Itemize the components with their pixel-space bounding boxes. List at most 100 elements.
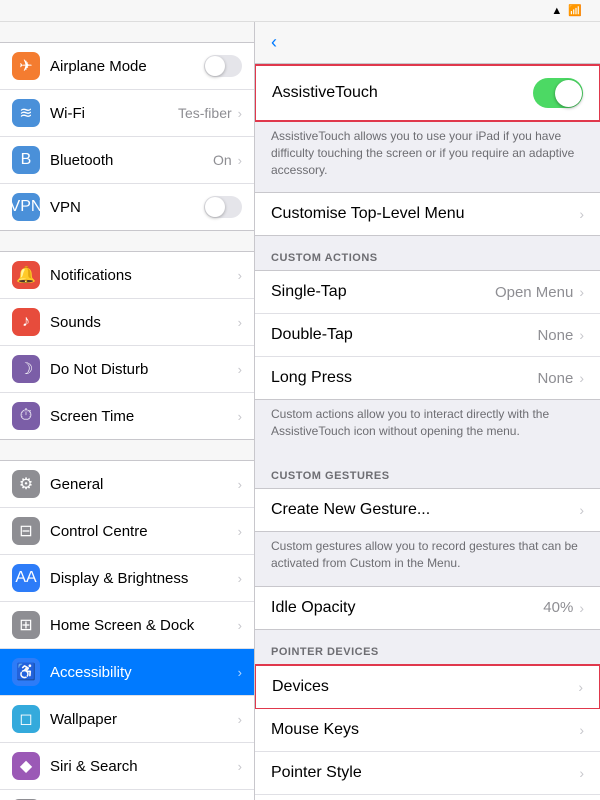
sidebar-item-accessibility[interactable]: ♿Accessibility›	[0, 649, 254, 696]
chevron-long-press: ›	[579, 370, 584, 386]
donotdisturb-icon: ☽	[12, 355, 40, 383]
row-long-press[interactable]: Long PressNone›	[255, 357, 600, 399]
sidebar-title	[0, 22, 254, 42]
chevron-double-tap: ›	[579, 327, 584, 343]
sidebar-item-bluetooth[interactable]: BBluetoothOn›	[0, 137, 254, 184]
sidebar-item-touchid[interactable]: ◉Touch ID & Passcode›	[0, 790, 254, 800]
section-header-pointer-devices: POINTER DEVICES	[255, 630, 600, 664]
status-bar: ▲ 📶	[0, 0, 600, 22]
row-mouse-keys[interactable]: Mouse Keys›	[255, 709, 600, 752]
sidebar-item-siri[interactable]: ◆ Siri & Search›	[0, 743, 254, 790]
chevron-sounds: ›	[238, 315, 242, 330]
sidebar-item-wifi[interactable]: ≋Wi-FiTes-fiber›	[0, 90, 254, 137]
right-sections: AssistiveTouch AssistiveTouch allows you …	[255, 64, 600, 800]
back-button[interactable]: ‹	[271, 32, 279, 53]
siri-icon: ◆	[12, 752, 40, 780]
sidebar-label-donotdisturb: Do Not Disturb	[50, 361, 238, 378]
sidebar-item-airplane[interactable]: ✈ Airplane Mode	[0, 43, 254, 90]
chevron-homescreen: ›	[238, 618, 242, 633]
chevron-general: ›	[238, 477, 242, 492]
sidebar-label-sounds: Sounds	[50, 314, 238, 331]
toggle-assistivetouch-toggle[interactable]	[533, 78, 583, 108]
row-devices[interactable]: Devices›	[255, 664, 600, 710]
sidebar-item-general[interactable]: ⚙ General›	[0, 461, 254, 508]
card-pointer-devices: Devices›Mouse Keys›Pointer Style›Show On…	[255, 664, 600, 800]
sidebar-label-screentime: Screen Time	[50, 408, 238, 425]
wallpaper-icon: ◻	[12, 705, 40, 733]
card-idle-opacity: Idle Opacity40% ›	[255, 586, 600, 630]
screentime-icon: ⏱	[12, 402, 40, 430]
row-create-gesture[interactable]: Create New Gesture...›	[255, 489, 600, 531]
display-icon: AA	[12, 564, 40, 592]
chevron-mouse-keys: ›	[579, 722, 584, 738]
label-customise-menu: Customise Top-Level Menu	[271, 205, 579, 223]
chevron-bluetooth: ›	[238, 153, 242, 168]
sidebar-label-accessibility: Accessibility	[50, 664, 238, 681]
chevron-siri: ›	[238, 759, 242, 774]
label-long-press: Long Press	[271, 369, 537, 387]
sidebar-label-siri: Siri & Search	[50, 758, 238, 775]
row-customise-menu[interactable]: Customise Top-Level Menu›	[255, 193, 600, 235]
chevron-wifi: ›	[238, 106, 242, 121]
back-chevron-icon: ‹	[271, 32, 277, 53]
accessibility-icon: ♿	[12, 658, 40, 686]
sidebar-item-donotdisturb[interactable]: ☽ Do Not Disturb›	[0, 346, 254, 393]
homescreen-icon: ⊞	[12, 611, 40, 639]
value-double-tap: None	[537, 327, 573, 344]
value-idle-opacity-row: 40%	[543, 599, 573, 616]
row-double-tap[interactable]: Double-TapNone ›	[255, 314, 600, 357]
sidebar-label-wallpaper: Wallpaper	[50, 711, 238, 728]
sidebar-item-notifications[interactable]: 🔔Notifications›	[0, 252, 254, 299]
chevron-controlcentre: ›	[238, 524, 242, 539]
sidebar-group-2: ⚙General›⊟Control Centre›AADisplay & Bri…	[0, 460, 254, 800]
sidebar-label-general: General	[50, 476, 238, 493]
label-double-tap: Double-Tap	[271, 326, 537, 344]
sidebar-item-controlcentre[interactable]: ⊟Control Centre›	[0, 508, 254, 555]
chevron-idle-opacity-row: ›	[579, 600, 584, 616]
chevron-customise-menu: ›	[579, 206, 584, 222]
section-footer-custom-actions: Custom actions allow you to interact dir…	[255, 400, 600, 454]
chevron-display: ›	[238, 571, 242, 586]
sidebar-label-notifications: Notifications	[50, 267, 238, 284]
label-mouse-keys: Mouse Keys	[271, 721, 579, 739]
chevron-create-gesture: ›	[579, 502, 584, 518]
row-assistivetouch-toggle[interactable]: AssistiveTouch	[255, 64, 600, 122]
sidebar-group-0: ✈Airplane Mode≋Wi-FiTes-fiber›BBluetooth…	[0, 42, 254, 231]
row-pointer-style[interactable]: Pointer Style›	[255, 752, 600, 795]
sidebar-item-wallpaper[interactable]: ◻Wallpaper›	[0, 696, 254, 743]
sidebar: ✈Airplane Mode≋Wi-FiTes-fiber›BBluetooth…	[0, 22, 255, 800]
notifications-icon: 🔔	[12, 261, 40, 289]
right-panel: ‹ AssistiveTouch AssistiveTouch allows yo…	[255, 22, 600, 800]
row-show-onscreen-keyboard[interactable]: Show Onscreen Keyboard	[255, 795, 600, 800]
chevron-donotdisturb: ›	[238, 362, 242, 377]
row-single-tap[interactable]: Single-TapOpen Menu›	[255, 271, 600, 314]
sidebar-label-wifi: Wi-Fi	[50, 105, 178, 122]
sidebar-item-sounds[interactable]: ♪ Sounds›	[0, 299, 254, 346]
sidebar-label-airplane: Airplane Mode	[50, 58, 204, 75]
section-footer-custom-gestures: Custom gestures allow you to record gest…	[255, 532, 600, 586]
label-idle-opacity-row: Idle Opacity	[271, 599, 543, 617]
section-footer-assistivetouch-main: AssistiveTouch allows you to use your iP…	[255, 122, 600, 192]
sidebar-label-homescreen: Home Screen & Dock	[50, 617, 238, 634]
airplane-icon: ✈	[12, 52, 40, 80]
sidebar-item-homescreen[interactable]: ⊞ Home Screen & Dock›	[0, 602, 254, 649]
bluetooth-icon: B	[12, 146, 40, 174]
section-header-custom-gestures: CUSTOM GESTURES	[255, 454, 600, 488]
label-assistivetouch-toggle: AssistiveTouch	[272, 84, 533, 102]
label-create-gesture: Create New Gesture...	[271, 501, 579, 519]
general-icon: ⚙	[12, 470, 40, 498]
sounds-icon: ♪	[12, 308, 40, 336]
sidebar-item-display[interactable]: AADisplay & Brightness›	[0, 555, 254, 602]
toggle-vpn[interactable]	[204, 196, 242, 218]
controlcentre-icon: ⊟	[12, 517, 40, 545]
toggle-airplane[interactable]	[204, 55, 242, 77]
sidebar-item-screentime[interactable]: ⏱ Screen Time›	[0, 393, 254, 439]
chevron-devices: ›	[578, 679, 583, 695]
chevron-single-tap: ›	[579, 284, 584, 300]
main-layout: ✈Airplane Mode≋Wi-FiTes-fiber›BBluetooth…	[0, 22, 600, 800]
wifi-icon: ≋	[12, 99, 40, 127]
chevron-screentime: ›	[238, 409, 242, 424]
sidebar-label-vpn: VPN	[50, 199, 204, 216]
row-idle-opacity-row[interactable]: Idle Opacity40% ›	[255, 587, 600, 629]
sidebar-item-vpn[interactable]: VPNVPN	[0, 184, 254, 230]
